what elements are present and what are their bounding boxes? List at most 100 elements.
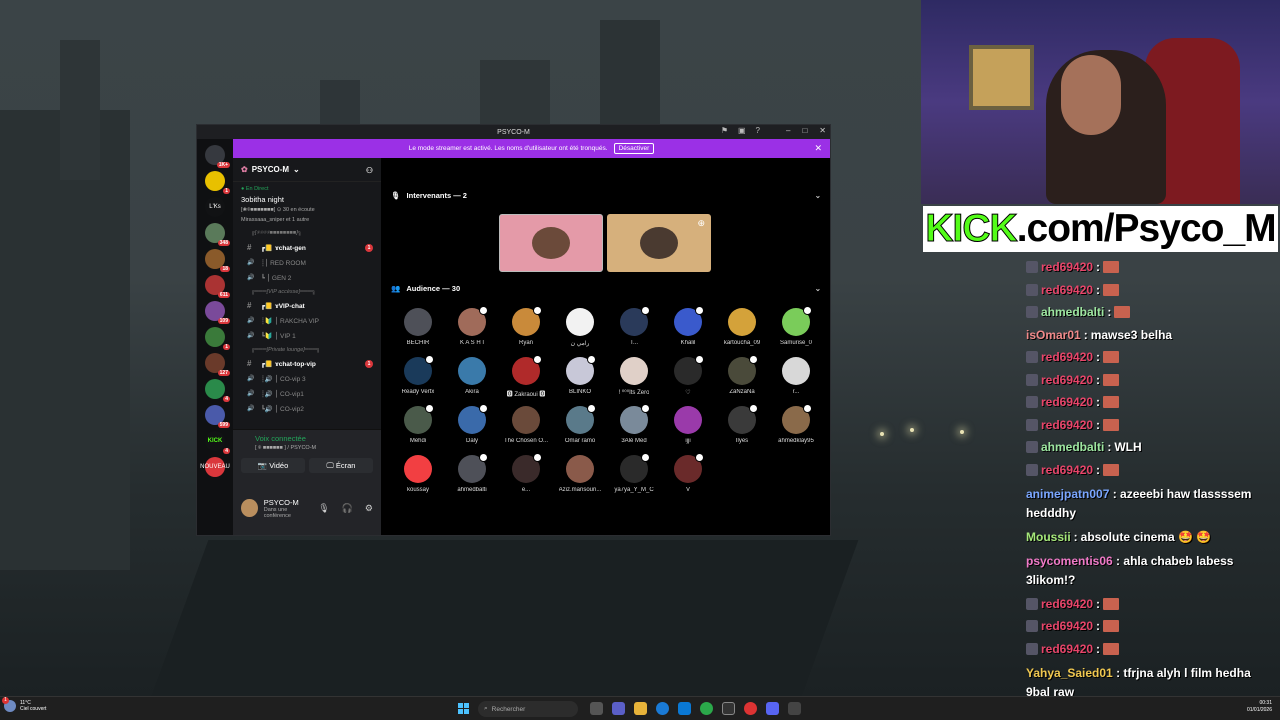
audience-member[interactable]: Omar ramo — [553, 404, 607, 449]
chat-username[interactable]: red69420 — [1041, 283, 1093, 297]
audience-member[interactable]: ! ⁰⁰⁰Its Zero — [607, 357, 661, 400]
audience-member[interactable]: ♡ — [661, 355, 715, 400]
video-button[interactable]: 📷 Vidéo — [241, 458, 305, 473]
server-icon[interactable]: 1K+ — [205, 145, 230, 168]
server-header[interactable]: ✿ PSYCO-M ⌄ ⚇ — [233, 158, 381, 182]
text-channel[interactable]: # ┏📒 ɤchat-gen 1 — [233, 240, 381, 255]
screen-share-icon[interactable]: ▣ — [738, 126, 746, 135]
voice-channel[interactable]: 🔊 ┗🔰 ⎮ VIP 1 — [233, 328, 381, 343]
server-icon[interactable]: 4 — [205, 379, 230, 402]
chat-username[interactable]: Moussii — [1026, 530, 1071, 544]
audience-member[interactable]: 🅾 Zakraoui 🅾 — [499, 355, 553, 400]
audience-header[interactable]: 👥 Audience — 30 ⌄ — [391, 281, 821, 295]
audience-member[interactable]: kartoucha_09 — [715, 308, 769, 351]
chat-username[interactable]: red69420 — [1041, 597, 1093, 611]
voice-channel[interactable]: 🔊 ┊🔊 ⎮ CO-vip 3 — [233, 371, 381, 386]
add-member-icon[interactable]: ⚇ — [366, 166, 373, 175]
system-clock[interactable]: 00:31 01/01/2026 — [1247, 700, 1272, 714]
terminal-icon[interactable] — [788, 702, 801, 715]
chat-username[interactable]: red69420 — [1041, 395, 1093, 409]
server-icon[interactable]: 1 — [205, 171, 230, 194]
audience-member[interactable]: Akira — [445, 357, 499, 400]
server-icon[interactable]: L'Ks — [205, 197, 225, 217]
headphones-icon[interactable]: 🎧 — [342, 503, 353, 514]
close-button[interactable]: ✕ — [819, 126, 826, 135]
weather-widget[interactable]: 1 11°C Ciel couvert — [2, 697, 46, 712]
voice-channel[interactable]: 🔊 ┗🔊 ⎮ CO-vip2 — [233, 401, 381, 416]
text-channel[interactable]: # ┏📒 ɤchat-top-vip 1 — [233, 356, 381, 371]
server-icon[interactable]: 348 — [205, 223, 230, 246]
voice-channel[interactable]: 🔊 ┗ ⎮ GEN 2 — [233, 270, 381, 285]
audience-member[interactable]: e... — [499, 453, 553, 498]
audience-member[interactable]: رامي ن — [553, 308, 607, 351]
taskbar-search[interactable]: ⌕ Rechercher — [478, 701, 578, 717]
store-icon[interactable] — [678, 702, 691, 715]
audience-member[interactable]: T... — [607, 306, 661, 351]
channel-category[interactable]: ╔[⍟⍟⍟⍟■■■■■■■■]╗ — [233, 227, 381, 240]
speaker-tile[interactable] — [499, 214, 603, 272]
chrome-icon[interactable] — [700, 702, 713, 715]
voice-channel[interactable]: 🔊 ┊🔰 ⎮ RAKCHA VIP — [233, 313, 381, 328]
voice-channel[interactable]: [ ⍟ ■■■■■■ ] / PSYCO-M — [241, 445, 373, 452]
audience-member[interactable]: BECHIR — [391, 308, 445, 351]
audience-member[interactable]: 3Alé Med — [607, 404, 661, 449]
audience-member[interactable]: Aziz.mansouri... — [553, 455, 607, 498]
server-icon[interactable]: KICK 4 — [205, 431, 230, 454]
chat-username[interactable]: animejpatn007 — [1026, 487, 1109, 501]
audience-member[interactable]: Ready Vertx — [391, 355, 445, 400]
speaker-tile[interactable]: ⊕ — [607, 214, 711, 272]
discord-icon[interactable] — [766, 702, 779, 715]
minimize-button[interactable]: – — [786, 126, 790, 135]
chat-username[interactable]: psycomentis06 — [1026, 554, 1113, 568]
audience-member[interactable]: K A S H I — [445, 306, 499, 351]
audience-member[interactable]: Mehdi — [391, 404, 445, 449]
audience-member[interactable]: Khalil — [661, 306, 715, 351]
app-icon[interactable] — [744, 702, 757, 715]
chat-username[interactable]: red69420 — [1041, 373, 1093, 387]
audience-member[interactable]: Ilyes — [715, 404, 769, 449]
chevron-down-icon[interactable]: ⌄ — [815, 284, 821, 293]
screen-share-button[interactable]: 🖵 Écran — [309, 458, 373, 473]
audience-member[interactable]: Ryan — [499, 306, 553, 351]
microphone-icon[interactable]: 🎙 — [318, 503, 329, 514]
text-channel[interactable]: # ┏📒 ɤVIP-chat — [233, 298, 381, 313]
server-icon[interactable]: 127 — [205, 353, 230, 376]
edge-icon[interactable] — [656, 702, 669, 715]
close-icon[interactable]: ✕ — [814, 143, 822, 154]
audience-member[interactable]: r... — [769, 357, 823, 400]
channel-category[interactable]: ╔═══[Private lounge]═══╗ — [233, 343, 381, 356]
disable-streamer-mode-button[interactable]: Désactiver — [613, 143, 655, 154]
gear-icon[interactable]: ⚙ — [365, 503, 373, 514]
chat-username[interactable]: red69420 — [1041, 642, 1093, 656]
server-icon[interactable]: 18 — [205, 249, 230, 272]
server-icon[interactable]: NOUVEAU — [200, 457, 230, 477]
chat-username[interactable]: red69420 — [1041, 418, 1093, 432]
audience-member[interactable]: ahmedbalti — [445, 453, 499, 498]
server-icon[interactable]: 1 — [205, 327, 230, 350]
teams-icon[interactable] — [612, 702, 625, 715]
chat-username[interactable]: isOmar01 — [1026, 328, 1081, 342]
avatar[interactable] — [241, 499, 258, 517]
chat-username[interactable]: ahmedbalti — [1041, 440, 1104, 454]
chat-username[interactable]: red69420 — [1041, 260, 1093, 274]
help-icon[interactable]: ? — [756, 126, 760, 135]
server-icon[interactable]: 599 — [205, 405, 230, 428]
audience-member[interactable]: ya7ya_Y_M_C — [607, 453, 661, 498]
task-view-icon[interactable] — [590, 702, 603, 715]
audience-member[interactable]: Daly — [445, 404, 499, 449]
windows-start-icon[interactable] — [458, 703, 469, 714]
chat-username[interactable]: red69420 — [1041, 350, 1093, 364]
chat-username[interactable]: Yahya_Saied01 — [1026, 666, 1113, 680]
audience-member[interactable]: ZaNzaNa — [715, 355, 769, 400]
inbox-icon[interactable]: ⚑ — [721, 126, 728, 135]
speakers-header[interactable]: 🎙 Intervenants — 2 ⌄ — [391, 188, 821, 202]
audience-member[interactable]: BLINKO — [553, 355, 607, 400]
audience-member[interactable]: koussay — [391, 455, 445, 498]
live-event[interactable]: ● En Direct 3obitha night [❀⍟■■■■■■■] ⊙ … — [233, 182, 381, 227]
voice-channel[interactable]: 🔊 ┊🔊 ⎮ CO-vip1 — [233, 386, 381, 401]
server-icon[interactable]: 611 — [205, 275, 230, 298]
channel-category[interactable]: ╔═══[VIP accèsse]═══╗ — [233, 285, 381, 298]
chat-username[interactable]: ahmedbalti — [1041, 305, 1104, 319]
chevron-down-icon[interactable]: ⌄ — [815, 191, 821, 200]
chat-username[interactable]: red69420 — [1041, 463, 1093, 477]
